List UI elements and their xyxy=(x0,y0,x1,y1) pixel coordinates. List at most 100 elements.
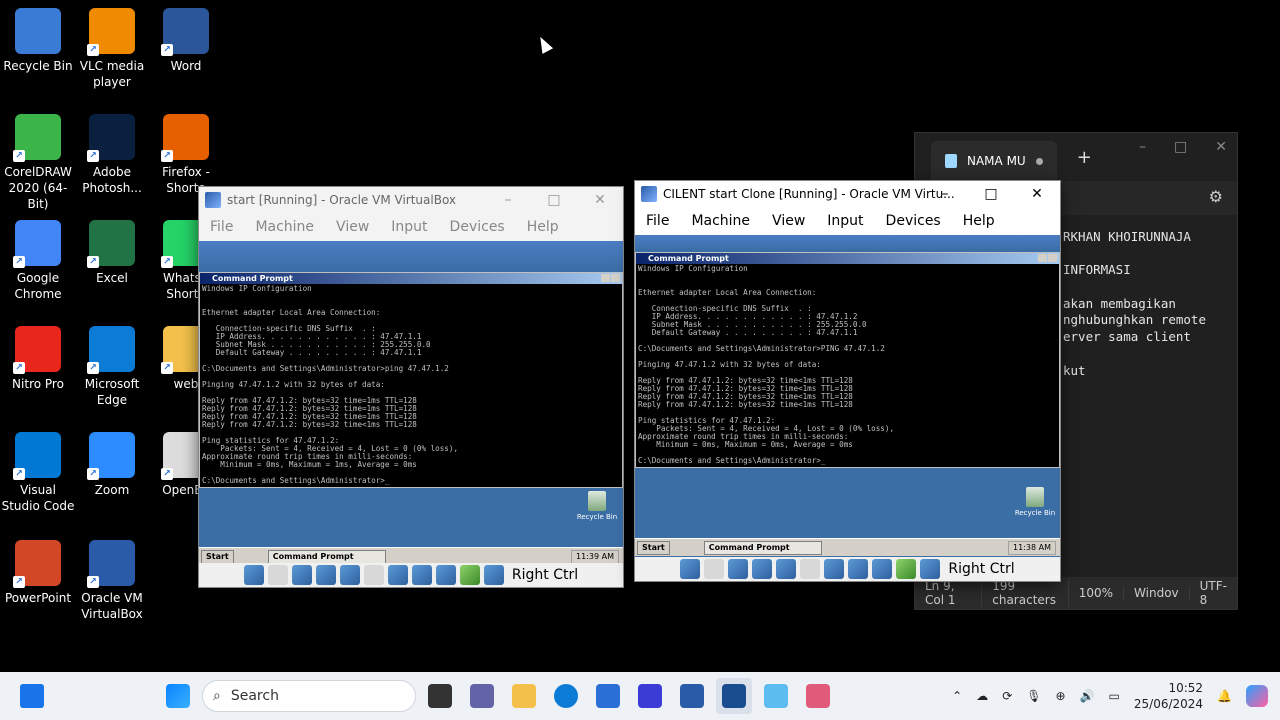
menu-machine[interactable]: Machine xyxy=(680,213,761,229)
desktop-icon-firefox[interactable]: ↗ Firefox - Shorto xyxy=(148,114,224,196)
desktop-icon-virtualbox[interactable]: ↗ Oracle VM VirtualBox xyxy=(74,540,150,622)
desktop-icon-edge[interactable]: ↗ Microsoft Edge xyxy=(74,326,150,408)
maximize-icon[interactable]: □ xyxy=(531,187,577,213)
cmd-output[interactable]: Windows IP Configuration Ethernet adapter… xyxy=(200,284,622,486)
guest-recycle-bin[interactable]: Recycle Bin xyxy=(1013,487,1057,517)
vt-icon[interactable] xyxy=(435,565,456,585)
close-icon[interactable]: ✕ xyxy=(577,187,623,213)
search-box[interactable]: ⌕ Search xyxy=(202,680,416,712)
guest-screen[interactable]: Command Prompt Windows IP Configuration E… xyxy=(635,235,1060,559)
close-icon[interactable]: ✕ xyxy=(1215,139,1227,155)
notification-bell-icon[interactable]: 🔔 xyxy=(1217,689,1232,703)
network-icon[interactable] xyxy=(752,559,773,579)
snipping-tool-icon[interactable] xyxy=(800,678,836,714)
recording-icon[interactable] xyxy=(411,565,432,585)
widgets-icon[interactable] xyxy=(20,684,44,708)
display-icon[interactable] xyxy=(387,565,408,585)
vt-icon[interactable] xyxy=(872,559,893,579)
desktop-icon-vscode[interactable]: ↗ Visual Studio Code xyxy=(0,432,76,514)
cmd-output[interactable]: Windows IP Configuration Ethernet adapter… xyxy=(636,264,1059,466)
hdd-icon[interactable] xyxy=(243,565,264,585)
store-icon[interactable] xyxy=(590,678,626,714)
desktop-icon-coreldraw[interactable]: ↗ CorelDRAW 2020 (64-Bit) xyxy=(0,114,76,212)
menu-input[interactable]: Input xyxy=(380,219,438,235)
desktop-icon-nitro[interactable]: ↗ Nitro Pro xyxy=(0,326,76,392)
minimize-icon[interactable]: – xyxy=(1139,139,1146,155)
notepad-icon[interactable] xyxy=(758,678,794,714)
teams-icon[interactable] xyxy=(464,678,500,714)
taskbar-item-cmd[interactable]: Command Prompt xyxy=(267,549,386,564)
desktop-icon-recycle-bin[interactable]: Recycle Bin xyxy=(0,8,76,74)
command-prompt-window[interactable]: Command Prompt Windows IP Configuration E… xyxy=(199,272,623,488)
menu-help[interactable]: Help xyxy=(516,219,570,235)
cloud-icon[interactable]: ☁ xyxy=(976,689,988,703)
start-button[interactable]: Start xyxy=(201,549,234,564)
desktop-icon-zoom[interactable]: ↗ Zoom xyxy=(74,432,150,498)
minimize-icon[interactable]: – xyxy=(485,187,531,213)
vm-2003-icon[interactable] xyxy=(716,678,752,714)
notepad-titlebar[interactable]: NAMA MU + – □ ✕ xyxy=(915,133,1237,181)
gear-icon[interactable]: ⚙ xyxy=(1209,187,1223,206)
new-tab-icon[interactable]: + xyxy=(1077,147,1092,168)
shared-folder-icon[interactable] xyxy=(363,565,384,585)
vbox-titlebar[interactable]: start [Running] - Oracle VM VirtualBox –… xyxy=(199,187,623,213)
audio-icon[interactable] xyxy=(728,559,749,579)
menu-input[interactable]: Input xyxy=(816,213,874,229)
cmd-titlebar[interactable]: Command Prompt xyxy=(200,273,622,284)
recording-icon[interactable] xyxy=(848,559,869,579)
guest-recycle-bin[interactable]: Recycle Bin xyxy=(575,491,619,521)
maximize-icon[interactable]: □ xyxy=(1174,139,1187,155)
virtualbox-window-client[interactable]: CILENT start Clone [Running] - Oracle VM… xyxy=(634,180,1061,582)
microphone-icon[interactable]: 🎙 xyxy=(1026,689,1041,703)
menu-help[interactable]: Help xyxy=(952,213,1006,229)
usb-icon[interactable] xyxy=(339,565,360,585)
encoding[interactable]: UTF-8 xyxy=(1190,579,1237,607)
keyboard-capture-icon[interactable] xyxy=(483,565,504,585)
menu-machine[interactable]: Machine xyxy=(244,219,325,235)
desktop-icon-vlc[interactable]: ↗ VLC media player xyxy=(74,8,150,90)
optical-drive-icon[interactable] xyxy=(704,559,725,579)
desktop-icon-powerpoint[interactable]: ↗ PowerPoint xyxy=(0,540,76,606)
menu-view[interactable]: View xyxy=(761,213,816,229)
zoom-level[interactable]: 100% xyxy=(1069,586,1125,600)
copilot-icon[interactable] xyxy=(1246,685,1268,707)
language-icon[interactable]: ⊕ xyxy=(1056,689,1066,703)
close-icon[interactable]: ✕ xyxy=(1014,181,1060,207)
volume-icon[interactable]: 🔊 xyxy=(1080,689,1095,703)
task-view-icon[interactable] xyxy=(422,678,458,714)
pen-app-icon[interactable] xyxy=(632,678,668,714)
clock[interactable]: 10:52 25/06/2024 xyxy=(1134,680,1203,712)
cmd-titlebar[interactable]: Command Prompt xyxy=(636,253,1059,264)
chevron-up-icon[interactable]: ⌃ xyxy=(952,689,962,703)
cmd-minimize-icon[interactable] xyxy=(1038,254,1047,262)
command-prompt-window[interactable]: Command Prompt Windows IP Configuration E… xyxy=(635,252,1060,468)
mouse-integration-icon[interactable] xyxy=(459,565,480,585)
desktop-icon-word[interactable]: ↗ Word xyxy=(148,8,224,74)
desktop-icon-excel[interactable]: ↗ Excel xyxy=(74,220,150,286)
virtualbox-window-server[interactable]: start [Running] - Oracle VM VirtualBox –… xyxy=(198,186,624,588)
virtualbox-icon[interactable] xyxy=(674,678,710,714)
hdd-icon[interactable] xyxy=(680,559,701,579)
shared-folder-icon[interactable] xyxy=(800,559,821,579)
taskbar-item-cmd[interactable]: Command Prompt xyxy=(703,540,822,555)
cmd-maximize-icon[interactable] xyxy=(1048,254,1057,262)
optical-drive-icon[interactable] xyxy=(267,565,288,585)
desktop-icon-photoshop[interactable]: ↗ Adobe Photosh... xyxy=(74,114,150,196)
display-icon[interactable] xyxy=(824,559,845,579)
audio-icon[interactable] xyxy=(291,565,312,585)
desktop-icon-chrome[interactable]: ↗ Google Chrome xyxy=(0,220,76,302)
sync-icon[interactable]: ⟳ xyxy=(1002,689,1012,703)
menu-file[interactable]: File xyxy=(635,213,680,229)
menu-file[interactable]: File xyxy=(199,219,244,235)
network-icon[interactable] xyxy=(315,565,336,585)
keyboard-capture-icon[interactable] xyxy=(920,559,941,579)
cmd-minimize-icon[interactable] xyxy=(601,274,610,282)
guest-screen[interactable]: Command Prompt Windows IP Configuration E… xyxy=(199,241,623,565)
edge-icon[interactable] xyxy=(548,678,584,714)
notepad-tab[interactable]: NAMA MU xyxy=(931,141,1057,181)
cmd-maximize-icon[interactable] xyxy=(611,274,620,282)
line-ending[interactable]: Windov xyxy=(1124,586,1190,600)
menu-view[interactable]: View xyxy=(325,219,380,235)
usb-icon[interactable] xyxy=(776,559,797,579)
start-icon[interactable] xyxy=(160,678,196,714)
